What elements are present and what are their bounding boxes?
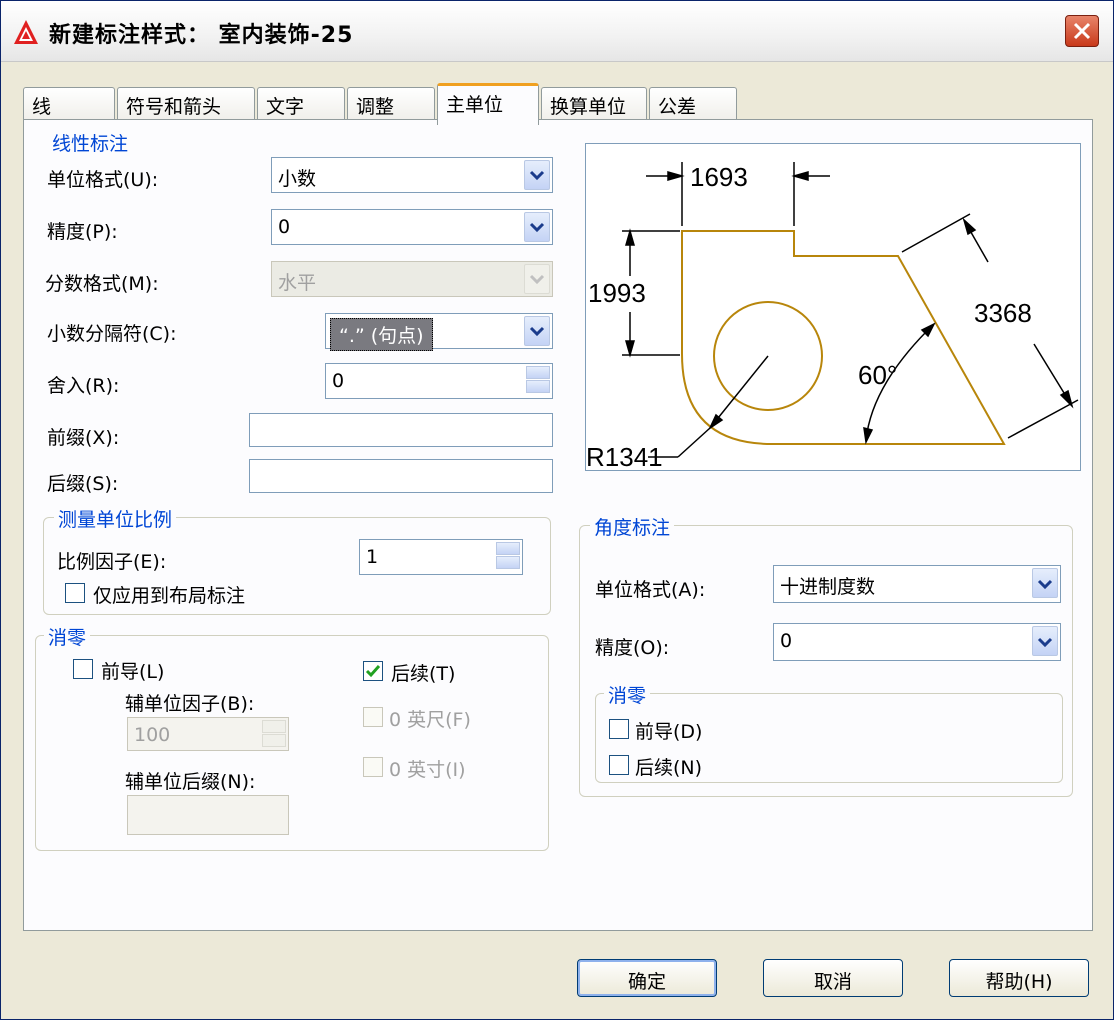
cancel-button[interactable]: 取消 (763, 959, 903, 997)
zero-feet-label: 0 英尺(F) (389, 709, 471, 731)
fraction-format-select[interactable]: 水平 (271, 261, 553, 297)
preview-dim-angle: 60° (858, 360, 897, 390)
chevron-down-icon[interactable] (524, 316, 550, 346)
chevron-down-icon[interactable] (1032, 626, 1058, 656)
preview-drawing: 1693 1993 3368 60° R1341 (586, 162, 1079, 472)
trailing-zero-label: 后续(T) (391, 663, 456, 685)
title-bar[interactable]: 新建标注样式： 室内装饰-25 (1, 1, 1113, 62)
zero-legend: 消零 (44, 623, 91, 650)
round-off-spinner[interactable] (526, 366, 550, 394)
help-button[interactable]: 帮助(H) (949, 959, 1089, 997)
tab-fit[interactable]: 调整 (347, 87, 435, 121)
scale-factor-spinner[interactable] (496, 542, 520, 570)
unit-format-label: 单位格式(U): (47, 169, 159, 191)
zero-feet-checkbox (363, 707, 383, 727)
layout-only-checkbox[interactable] (65, 583, 85, 603)
angular-precision-value: 0 (780, 630, 793, 652)
angular-unit-format-select[interactable]: 十进制度数 (773, 565, 1061, 603)
leading-zero-checkbox[interactable] (73, 659, 93, 679)
tab-text[interactable]: 文字 (257, 87, 345, 121)
scale-legend: 测量单位比例 (54, 505, 177, 532)
angular-leading-checkbox[interactable] (609, 719, 629, 739)
scale-factor-input[interactable]: 1 (359, 539, 523, 575)
sub-unit-factor-spinner (262, 720, 286, 748)
decimal-separator-value: “.” (句点) (330, 318, 433, 351)
ok-button[interactable]: 确定 (577, 959, 717, 997)
tab-lines[interactable]: 线 (23, 87, 115, 121)
unit-format-select[interactable]: 小数 (271, 157, 553, 193)
angular-trailing-checkbox[interactable] (609, 755, 629, 775)
tab-primary-units[interactable]: 主单位 (437, 83, 539, 125)
zero-inches-label: 0 英寸(I) (389, 759, 466, 781)
preview-dim-right: 3368 (974, 298, 1032, 328)
preview-dim-left: 1993 (588, 278, 646, 308)
preview-dim-top: 1693 (690, 162, 748, 192)
leading-zero-label: 前导(L) (101, 661, 165, 683)
precision-select[interactable]: 0 (271, 209, 553, 245)
close-button[interactable] (1065, 15, 1099, 47)
sub-unit-suffix-label: 辅单位后缀(N): (125, 771, 256, 793)
sub-unit-factor-input[interactable]: 100 (127, 717, 289, 751)
chevron-down-icon (524, 264, 550, 294)
decimal-separator-select[interactable]: “.” (句点) (325, 313, 553, 351)
linear-legend: 线性标注 (48, 129, 133, 156)
precision-label: 精度(P): (47, 221, 118, 243)
chevron-down-icon[interactable] (524, 160, 550, 190)
prefix-label: 前缀(X): (47, 427, 120, 449)
angular-trailing-label: 后续(N) (635, 757, 703, 779)
sub-unit-factor-value: 100 (134, 724, 171, 746)
angular-precision-select[interactable]: 0 (773, 623, 1061, 661)
fraction-format-label: 分数格式(M): (45, 273, 159, 295)
dialog-window: 新建标注样式： 室内装饰-25 线 符号和箭头 文字 调整 主单位 换算单位 公… (0, 0, 1114, 1020)
scale-factor-value: 1 (366, 546, 379, 568)
suffix-input[interactable] (249, 459, 553, 493)
close-icon (1073, 22, 1091, 40)
trailing-zero-checkbox[interactable] (363, 661, 383, 681)
angular-precision-label: 精度(O): (595, 637, 670, 659)
chevron-down-icon[interactable] (524, 212, 550, 242)
angular-zero-legend: 消零 (604, 681, 651, 708)
round-off-input[interactable]: 0 (325, 363, 553, 399)
angular-unit-format-value: 十进制度数 (780, 576, 876, 598)
fraction-format-value: 水平 (278, 272, 317, 294)
scale-factor-label: 比例因子(E): (57, 551, 167, 573)
precision-value: 0 (278, 216, 291, 238)
checkmark-icon (365, 665, 381, 678)
angular-legend: 角度标注 (590, 513, 675, 540)
sub-unit-suffix-input[interactable] (127, 795, 289, 835)
tab-symbols-arrows[interactable]: 符号和箭头 (117, 87, 255, 121)
decimal-separator-label: 小数分隔符(C): (47, 323, 177, 345)
tab-alternate-units[interactable]: 换算单位 (541, 87, 647, 121)
autocad-icon (14, 20, 38, 44)
angular-leading-label: 前导(D) (635, 721, 703, 743)
round-off-value: 0 (332, 370, 345, 392)
layout-only-label: 仅应用到布局标注 (93, 585, 246, 607)
angular-unit-format-label: 单位格式(A): (595, 579, 706, 601)
suffix-label: 后缀(S): (47, 473, 119, 495)
round-off-label: 舍入(R): (47, 375, 120, 397)
preview-dim-radius: R1341 (586, 442, 663, 470)
tab-tolerances[interactable]: 公差 (649, 87, 737, 121)
window-title: 新建标注样式： 室内装饰-25 (49, 23, 354, 48)
prefix-input[interactable] (249, 413, 553, 447)
sub-unit-factor-label: 辅单位因子(B): (125, 693, 255, 715)
unit-format-value: 小数 (278, 168, 317, 190)
dimension-preview: 1693 1993 3368 60° R1341 (585, 143, 1081, 472)
zero-inches-checkbox (363, 757, 383, 777)
chevron-down-icon[interactable] (1032, 568, 1058, 598)
